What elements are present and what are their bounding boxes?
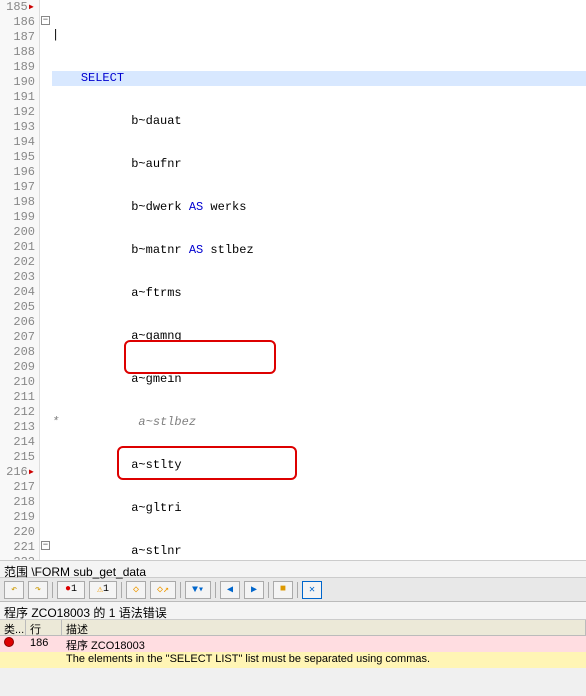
code-line[interactable]: a~gltri (52, 501, 586, 516)
code-line[interactable]: b~matnr AS stlbez (52, 243, 586, 258)
nav-button[interactable]: ◇ (126, 581, 146, 599)
close-button[interactable]: ✕ (302, 581, 322, 599)
errors-panel-header: 程序 ZCO18003 的 1 语法错误 (0, 602, 586, 620)
code-line[interactable]: a~stlty (52, 458, 586, 473)
stop-button[interactable]: ■ (273, 581, 293, 599)
code-content[interactable]: | SELECT b~dauat b~aufnr b~dwerk AS werk… (52, 0, 586, 560)
separator (268, 582, 269, 598)
fold-column[interactable]: − − (40, 0, 52, 560)
nav-button[interactable]: ◇↗ (150, 581, 176, 599)
code-line[interactable]: a~gamng (52, 329, 586, 344)
filter-button[interactable]: ▼▾ (185, 581, 211, 599)
scope-label: 范围 \FORM sub_get_data (4, 565, 146, 579)
separator (180, 582, 181, 598)
errors-table-header: 类... 行 描述 (0, 620, 586, 636)
code-line[interactable]: a~ftrms (52, 286, 586, 301)
code-line[interactable]: b~dwerk AS werks (52, 200, 586, 215)
separator (121, 582, 122, 598)
fold-toggle-icon[interactable]: − (41, 541, 50, 550)
separator (52, 582, 53, 598)
col-desc[interactable]: 描述 (62, 620, 586, 635)
code-line[interactable]: a~gmein (52, 372, 586, 387)
redo-button[interactable]: ↷ (28, 581, 48, 599)
error-row[interactable]: The elements in the "SELECT LIST" list m… (0, 652, 586, 668)
code-editor[interactable]: 185▸ 186 187 188 189 190 191 192 193 194… (0, 0, 586, 560)
error-row[interactable]: 186 程序 ZCO18003 (0, 636, 586, 652)
separator (297, 582, 298, 598)
code-line[interactable]: * a~stlbez (52, 415, 586, 430)
next-button[interactable]: ▶ (244, 581, 264, 599)
annotation-box (124, 340, 276, 374)
line-number-gutter: 185▸ 186 187 188 189 190 191 192 193 194… (0, 0, 40, 560)
undo-button[interactable]: ↶ (4, 581, 24, 599)
fold-toggle-icon[interactable]: − (41, 16, 50, 25)
warning-count-button[interactable]: ⚠1 (89, 581, 117, 599)
code-line[interactable]: b~aufnr (52, 157, 586, 172)
code-line[interactable]: b~dauat (52, 114, 586, 129)
editor-toolbar: ↶ ↷ ●1 ⚠1 ◇ ◇↗ ▼▾ ◀ ▶ ■ ✕ (0, 578, 586, 602)
errors-table[interactable]: 类... 行 描述 186 程序 ZCO18003 The elements i… (0, 620, 586, 668)
scope-bar: 范围 \FORM sub_get_data (0, 560, 586, 578)
col-type[interactable]: 类... (0, 620, 26, 635)
prev-button[interactable]: ◀ (220, 581, 240, 599)
col-line[interactable]: 行 (26, 620, 62, 635)
code-line[interactable]: a~stlnr (52, 544, 586, 559)
code-line[interactable]: SELECT (52, 71, 586, 86)
error-icon (4, 637, 14, 647)
separator (215, 582, 216, 598)
error-count-button[interactable]: ●1 (57, 581, 85, 599)
code-line[interactable]: | (52, 28, 586, 43)
